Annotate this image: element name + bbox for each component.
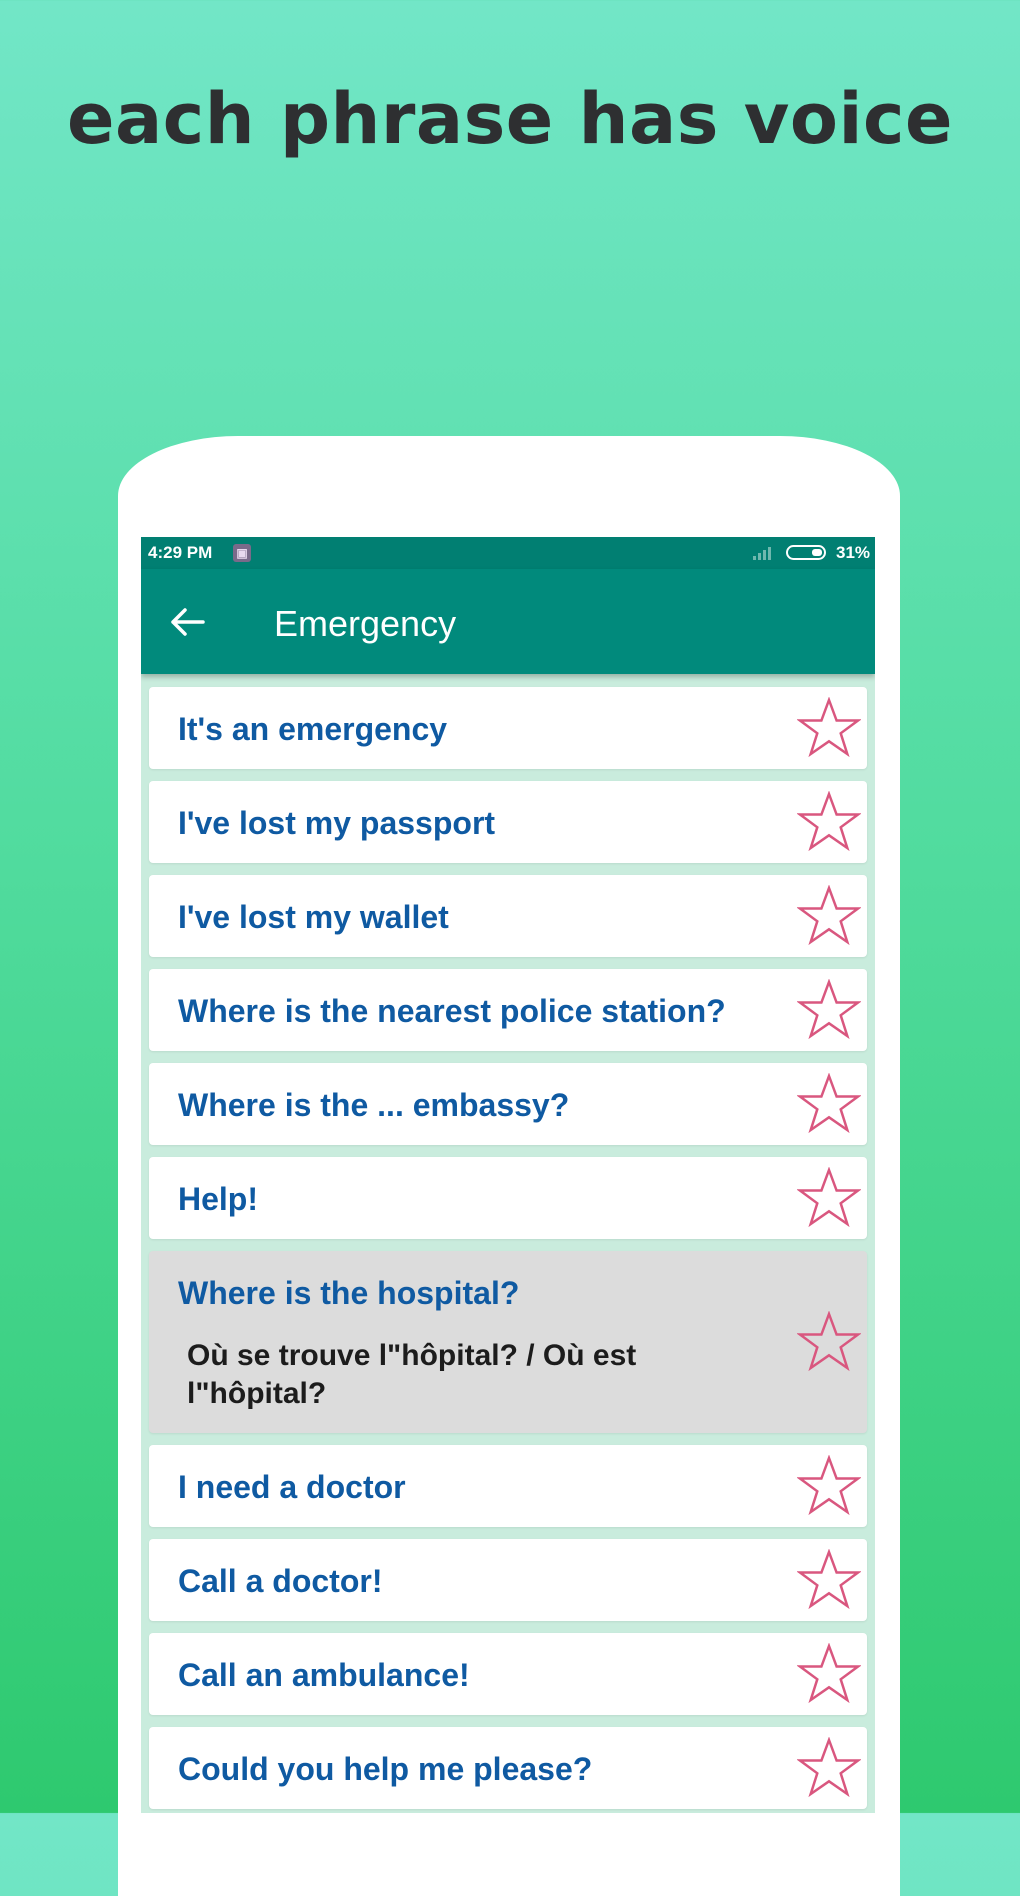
star-icon[interactable] [797,1455,861,1517]
phrase-translation: Où se trouve l"hôpital? / Où est l"hôpit… [187,1339,637,1410]
phrase-item[interactable]: Call an ambulance! [149,1633,867,1715]
phrase-text: Help! [178,1181,258,1217]
phrase-text: Where is the nearest police station? [178,993,726,1029]
phrase-text: I need a doctor [178,1469,406,1505]
phrase-item[interactable]: I need a doctor [149,1445,867,1527]
phrase-text: I've lost my passport [178,805,496,841]
battery-icon [786,545,826,560]
phrase-item[interactable]: I've lost my wallet [149,875,867,957]
star-icon[interactable] [797,1643,861,1705]
page-title: Emergency [274,603,457,644]
phrase-item[interactable]: Where is the nearest police station? [149,969,867,1051]
star-icon[interactable] [797,885,861,947]
star-icon[interactable] [797,1549,861,1611]
phrase-item[interactable]: Call a doctor! [149,1539,867,1621]
notification-app-icon: ▣ [233,544,251,562]
phrase-item[interactable]: Could you help me please? [149,1727,867,1809]
phrase-text: Where is the ... embassy? [178,1087,570,1123]
status-time: 4:29 PM [148,543,213,562]
star-icon[interactable] [797,1737,861,1799]
phrase-item-expanded[interactable]: Where is the hospital? Où se trouve l"hô… [149,1251,867,1433]
phrase-item[interactable]: I've lost my passport [149,781,867,863]
phrase-item[interactable]: Where is the ... embassy? [149,1063,867,1145]
app-screen: 4:29 PM ▣ 31% Emergency It's an emergenc… [141,537,875,1813]
phrase-text: Could you help me please? [178,1751,593,1787]
star-icon[interactable] [797,979,861,1041]
phrase-list: It's an emergency I've lost my passport … [149,687,867,1813]
back-arrow-icon[interactable] [169,605,209,639]
app-toolbar: Emergency [141,569,875,674]
phrase-text: Where is the hospital? [178,1275,520,1311]
phrase-text: Call an ambulance! [178,1657,470,1693]
phrase-text: Call a doctor! [178,1563,383,1599]
phrase-text: I've lost my wallet [178,899,449,935]
battery-percent: 31% [836,543,871,562]
star-icon[interactable] [797,791,861,853]
phrase-item[interactable]: Help! [149,1157,867,1239]
status-bar: 4:29 PM ▣ 31% [141,537,875,569]
star-icon[interactable] [797,1311,861,1373]
phrase-item[interactable]: It's an emergency [149,687,867,769]
signal-icon [753,547,771,560]
star-icon[interactable] [797,1073,861,1135]
star-icon[interactable] [797,697,861,759]
promo-headline: each phrase has voice [67,78,953,160]
phrase-text: It's an emergency [178,711,448,747]
star-icon[interactable] [797,1167,861,1229]
